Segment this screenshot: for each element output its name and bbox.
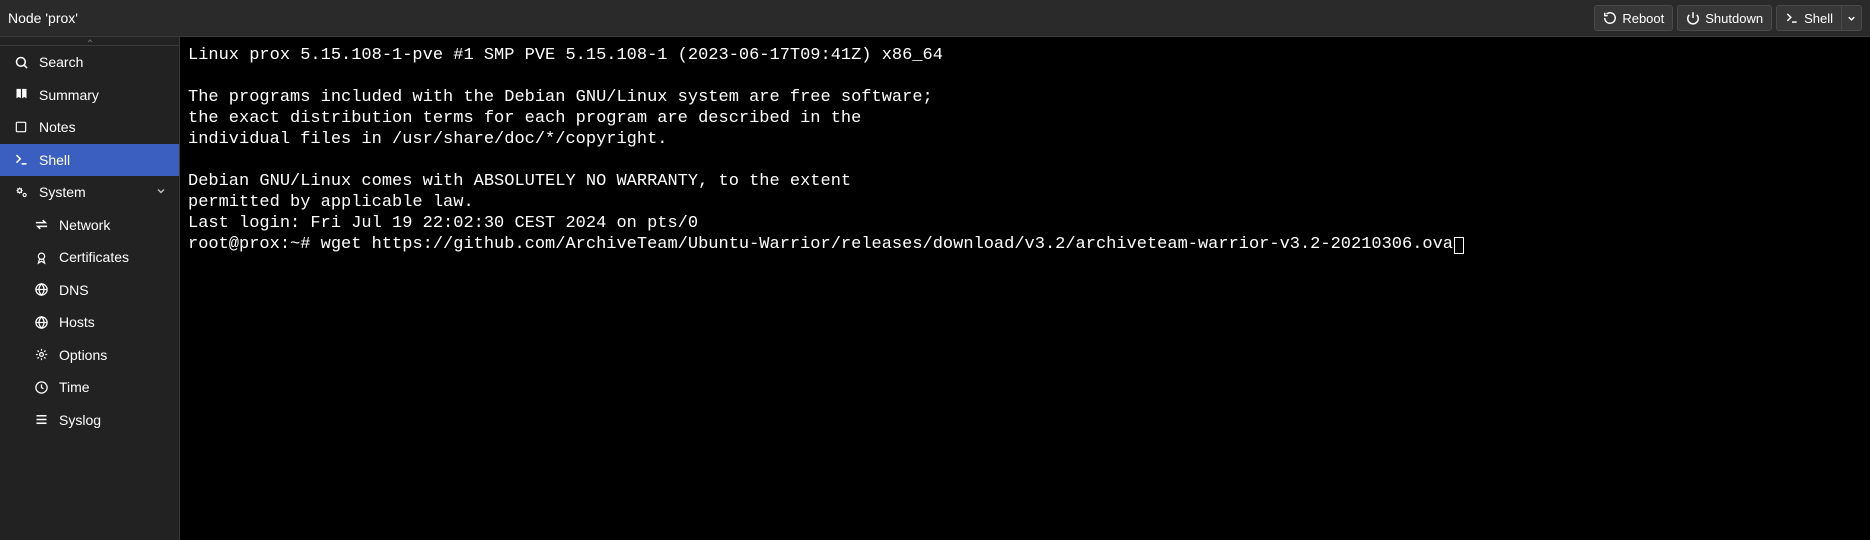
- sidebar-item-syslog[interactable]: Syslog: [0, 404, 179, 437]
- sidebar: Search Summary Notes Shell System Network Cert…: [0, 37, 180, 540]
- shell-label: Shell: [1804, 11, 1833, 26]
- sticky-note-icon: [13, 119, 29, 135]
- sidebar-item-hosts[interactable]: Hosts: [0, 306, 179, 339]
- sidebar-item-summary[interactable]: Summary: [0, 79, 179, 112]
- sidebar-item-search[interactable]: Search: [0, 46, 179, 79]
- globe-icon: [33, 314, 49, 330]
- clock-icon: [33, 379, 49, 395]
- sidebar-item-system[interactable]: System: [0, 176, 179, 209]
- search-icon: [13, 54, 29, 70]
- terminal-output[interactable]: Linux prox 5.15.108-1-pve #1 SMP PVE 5.1…: [180, 37, 1870, 540]
- header: Node 'prox' Reboot Shutdown Shell: [0, 0, 1870, 37]
- sidebar-item-label: Summary: [39, 87, 99, 103]
- shell-dropdown-button[interactable]: [1842, 5, 1862, 31]
- chevron-down-icon: [1846, 13, 1857, 24]
- sidebar-item-label: Network: [59, 217, 110, 233]
- sidebar-item-label: Search: [39, 54, 83, 70]
- sidebar-item-label: Notes: [39, 119, 76, 135]
- list-icon: [33, 412, 49, 428]
- terminal-cursor: [1454, 237, 1464, 254]
- terminal-icon: [1785, 11, 1799, 25]
- body: Search Summary Notes Shell System Network Cert…: [0, 37, 1870, 540]
- cogs-icon: [13, 184, 29, 200]
- globe-icon: [33, 282, 49, 298]
- sidebar-item-shell[interactable]: Shell: [0, 144, 179, 177]
- sidebar-item-dns[interactable]: DNS: [0, 274, 179, 307]
- undo-icon: [1603, 11, 1617, 25]
- chevron-down-icon: [155, 185, 169, 199]
- shutdown-label: Shutdown: [1705, 11, 1763, 26]
- book-icon: [13, 87, 29, 103]
- sidebar-item-notes[interactable]: Notes: [0, 111, 179, 144]
- sidebar-item-label: System: [39, 184, 86, 200]
- sidebar-collapse-handle[interactable]: [0, 37, 179, 46]
- cog-icon: [33, 347, 49, 363]
- power-icon: [1686, 11, 1700, 25]
- sidebar-item-time[interactable]: Time: [0, 371, 179, 404]
- sidebar-item-label: Shell: [39, 152, 70, 168]
- reboot-button[interactable]: Reboot: [1594, 5, 1673, 31]
- page-title: Node 'prox': [8, 10, 1594, 26]
- sidebar-item-label: DNS: [59, 282, 89, 298]
- shell-button[interactable]: Shell: [1776, 5, 1842, 31]
- sidebar-item-label: Hosts: [59, 314, 95, 330]
- header-toolbar: Reboot Shutdown Shell: [1594, 5, 1862, 31]
- sidebar-item-options[interactable]: Options: [0, 339, 179, 372]
- sidebar-item-network[interactable]: Network: [0, 209, 179, 242]
- terminal-command: wget https://github.com/ArchiveTeam/Ubun…: [321, 235, 1453, 254]
- sidebar-item-label: Syslog: [59, 412, 101, 428]
- terminal-prompt: root@prox:~#: [188, 235, 321, 254]
- shell-split-button: Shell: [1776, 5, 1862, 31]
- exchange-icon: [33, 217, 49, 233]
- sidebar-item-label: Certificates: [59, 249, 129, 265]
- shutdown-button[interactable]: Shutdown: [1677, 5, 1772, 31]
- certificate-icon: [33, 249, 49, 265]
- sidebar-item-certificates[interactable]: Certificates: [0, 241, 179, 274]
- sidebar-item-label: Time: [59, 379, 90, 395]
- sidebar-item-label: Options: [59, 347, 107, 363]
- terminal-icon: [13, 152, 29, 168]
- reboot-label: Reboot: [1622, 11, 1664, 26]
